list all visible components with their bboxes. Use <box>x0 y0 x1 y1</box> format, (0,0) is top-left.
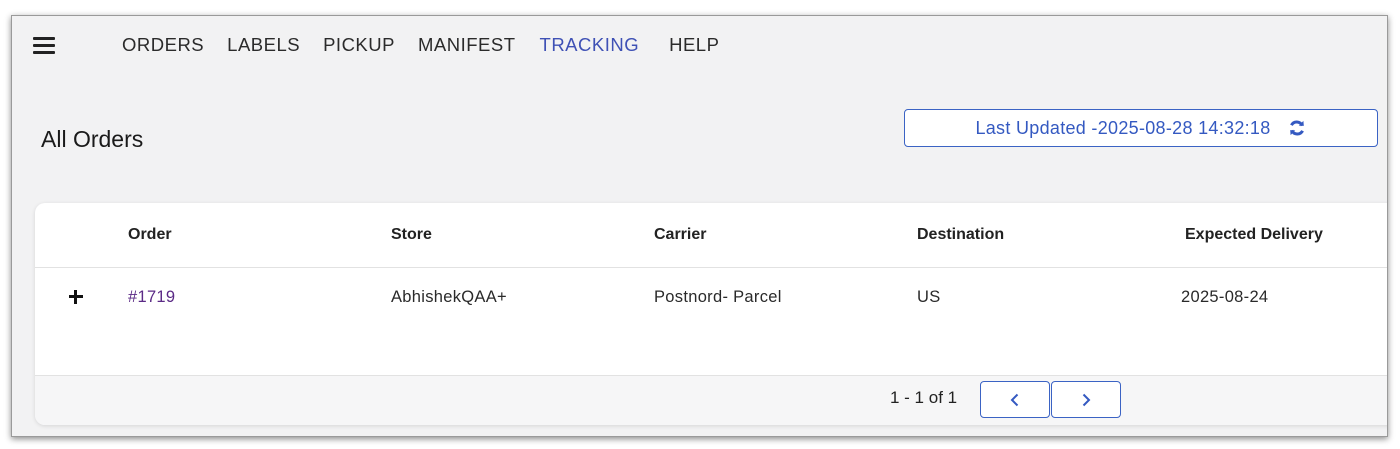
pagination-bar: 1 - 1 of 1 <box>35 375 1387 425</box>
column-header-destination[interactable]: Destination <box>917 226 1004 244</box>
last-updated-label: Last Updated -2025-08-28 14:32:18 <box>975 117 1271 138</box>
nav-item-orders[interactable]: ORDERS <box>122 34 204 56</box>
nav-item-tracking[interactable]: TRACKING <box>540 34 640 56</box>
carrier-cell: Postnord- Parcel <box>654 288 782 306</box>
nav-item-help[interactable]: HELP <box>669 34 719 56</box>
pagination-info: 1 - 1 of 1 <box>890 388 958 407</box>
store-cell: AbhishekQAA+ <box>391 288 507 306</box>
order-link[interactable]: #1719 <box>128 288 175 307</box>
top-nav: ORDERS LABELS PICKUP MANIFEST TRACKING H… <box>122 34 719 56</box>
expected-delivery-cell: 2025-08-24 <box>1181 288 1269 306</box>
next-page-button[interactable] <box>1051 381 1121 418</box>
table-header: Order Store Carrier Destination Expected… <box>35 203 1387 268</box>
column-header-carrier[interactable]: Carrier <box>654 226 706 244</box>
orders-table: Order Store Carrier Destination Expected… <box>35 203 1387 425</box>
page-title: All Orders <box>41 126 144 152</box>
table-row: #1719 AbhishekQAA+ Postnord- Parcel US 2… <box>35 268 1387 375</box>
column-header-expected-delivery[interactable]: Expected Delivery <box>1185 226 1323 244</box>
destination-cell: US <box>917 288 941 306</box>
column-header-store[interactable]: Store <box>391 226 432 244</box>
nav-item-manifest[interactable]: MANIFEST <box>418 34 516 56</box>
chevron-left-icon <box>1010 393 1019 406</box>
chevron-right-icon <box>1082 393 1091 406</box>
prev-page-button[interactable] <box>980 381 1050 418</box>
nav-item-labels[interactable]: LABELS <box>227 34 300 56</box>
app-window: ORDERS LABELS PICKUP MANIFEST TRACKING H… <box>11 15 1388 437</box>
menu-icon[interactable] <box>33 37 57 55</box>
column-header-order[interactable]: Order <box>128 226 172 244</box>
expand-row-icon[interactable] <box>69 290 83 304</box>
nav-item-pickup[interactable]: PICKUP <box>323 34 395 56</box>
last-updated-button[interactable]: Last Updated -2025-08-28 14:32:18 <box>904 109 1378 147</box>
refresh-icon[interactable] <box>1287 118 1307 138</box>
